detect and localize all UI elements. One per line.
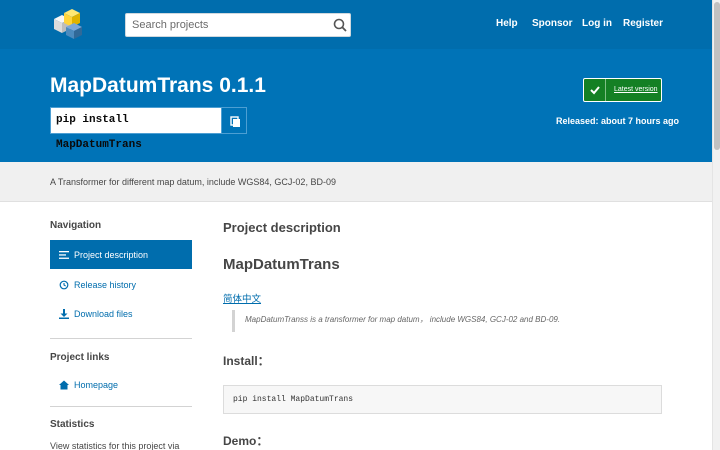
- list-icon: [59, 251, 69, 259]
- check-icon: [584, 79, 606, 101]
- sidebar-divider: [50, 406, 192, 407]
- install-heading: Install：: [223, 354, 270, 368]
- sidebar-item-project-description[interactable]: Project description: [50, 240, 192, 269]
- sidebar-item-label: Release history: [74, 280, 137, 290]
- sidebar-item-label: Project description: [74, 250, 149, 260]
- release-date: Released: about 7 hours ago: [556, 116, 680, 126]
- download-icon: [59, 309, 69, 319]
- home-icon: [59, 380, 69, 390]
- sidebar-item-download-files[interactable]: Download files: [50, 299, 192, 328]
- package-title: MapDatumTrans 0.1.1: [50, 74, 266, 97]
- search-icon[interactable]: [330, 15, 350, 35]
- demo-heading: Demo：: [223, 434, 269, 448]
- project-links-heading: Project links: [50, 352, 110, 363]
- nav-sponsor-link[interactable]: Sponsor: [532, 18, 573, 29]
- chinese-readme-link[interactable]: 简体中文: [223, 291, 261, 305]
- latest-version-label: Latest version: [614, 86, 658, 93]
- sidebar-divider: [50, 338, 192, 339]
- install-code-block: pip install MapDatumTrans: [223, 385, 662, 414]
- history-icon: [59, 280, 69, 290]
- nav-help-link[interactable]: Help: [496, 18, 518, 29]
- blockquote-text: MapDatumTranss is a transformer for map …: [245, 315, 561, 324]
- statistics-heading: Statistics: [50, 419, 95, 430]
- latest-version-button[interactable]: Latest version: [583, 78, 662, 102]
- nav-login-link[interactable]: Log in: [582, 18, 612, 29]
- package-summary: A Transformer for different map datum, i…: [50, 177, 336, 187]
- pip-command[interactable]: pip install MapDatumTrans: [50, 107, 222, 151]
- project-description-heading: Project description: [223, 220, 341, 235]
- sidebar-item-release-history[interactable]: Release history: [50, 270, 192, 299]
- pypi-logo-icon[interactable]: [50, 7, 88, 41]
- copy-icon: [230, 116, 240, 127]
- copy-button[interactable]: [221, 107, 247, 134]
- page-scrollbar[interactable]: [712, 0, 720, 450]
- nav-register-link[interactable]: Register: [623, 18, 663, 29]
- sidebar-link-homepage[interactable]: Homepage: [50, 370, 192, 399]
- sidebar-item-label: Homepage: [74, 380, 119, 390]
- scrollbar-thumb[interactable]: [714, 2, 720, 150]
- statistics-text: View statistics for this project via: [50, 441, 180, 450]
- top-bar: Help Sponsor Log in Register: [0, 0, 712, 49]
- readme-blockquote: MapDatumTranss is a transformer for map …: [232, 310, 662, 332]
- search-input[interactable]: [125, 13, 351, 37]
- navigation-heading: Navigation: [50, 220, 102, 231]
- sidebar-item-label: Download files: [74, 309, 133, 319]
- readme-title: MapDatumTrans: [223, 256, 340, 273]
